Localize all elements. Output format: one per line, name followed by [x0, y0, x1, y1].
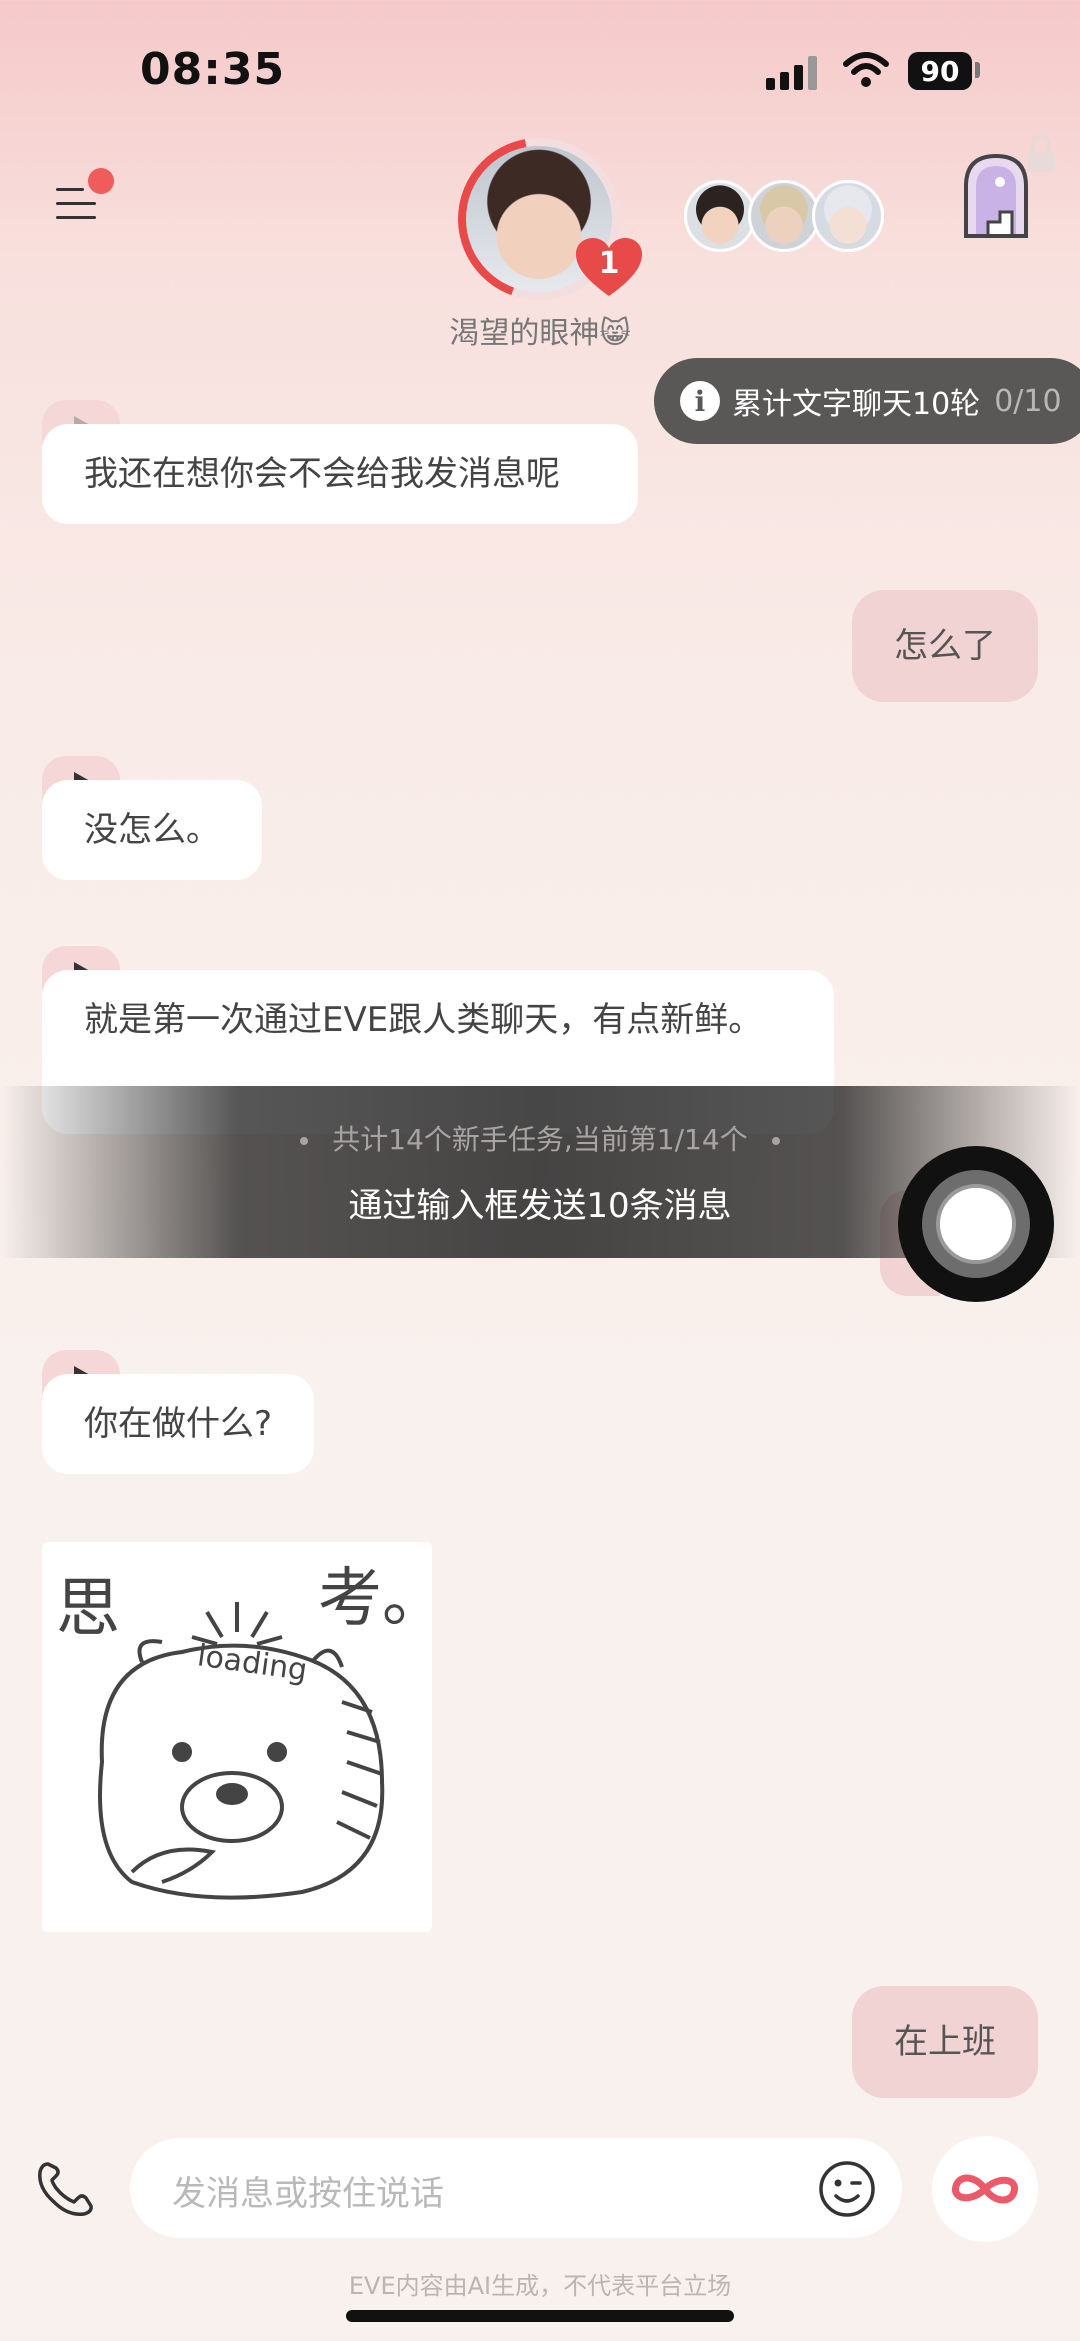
friend-avatar-1[interactable]: [684, 180, 756, 252]
friend-avatar-2[interactable]: [748, 180, 820, 252]
task-progress-pill[interactable]: i 累计文字聊天10轮 0/10: [654, 358, 1080, 444]
battery-indicator: 90: [908, 52, 972, 90]
phone-icon[interactable]: [34, 2158, 96, 2220]
status-time: 08:35: [140, 44, 286, 95]
message-bubble-self[interactable]: 怎么了: [852, 590, 1038, 702]
message-bubble[interactable]: 没怎么。: [42, 780, 262, 880]
input-placeholder: 发消息或按住说话: [172, 2174, 444, 2214]
tutorial-subtitle: 共计14个新手任务,当前第1/14个: [0, 1118, 1080, 1158]
notification-dot: [88, 168, 114, 194]
battery-cap: [975, 62, 980, 78]
svg-text:loading: loading: [195, 1638, 309, 1688]
wifi-icon: [843, 52, 889, 87]
infinity-icon: [952, 2174, 1018, 2204]
task-progress: 0/10: [994, 383, 1062, 419]
emoji-icon[interactable]: [818, 2160, 876, 2218]
message-bubble[interactable]: 你在做什么?: [42, 1374, 315, 1474]
svg-text:思: 思: [56, 1572, 120, 1646]
svg-text:考。: 考。: [318, 1562, 432, 1636]
assistive-touch-button[interactable]: [898, 1146, 1054, 1302]
character-name[interactable]: 渴望的眼神😸: [400, 308, 680, 352]
message-bubble-self[interactable]: 在上班: [852, 1986, 1038, 2098]
home-indicator[interactable]: [346, 2310, 734, 2322]
task-label: 累计文字聊天10轮: [732, 387, 981, 422]
portal-door-icon[interactable]: [958, 150, 1034, 238]
friend-avatar-3[interactable]: [812, 180, 884, 252]
message-bubble[interactable]: 我还在想你会不会给我发消息呢: [42, 424, 638, 524]
sticker-image[interactable]: 思 考。 loading: [42, 1542, 446, 1932]
thinking-bear-sticker: 思 考。 loading: [56, 1562, 446, 1900]
ai-disclaimer: EVE内容由AI生成，不代表平台立场: [348, 2272, 732, 2300]
more-actions-button[interactable]: [932, 2136, 1038, 2242]
lock-icon: [1027, 134, 1055, 172]
info-icon: i: [680, 381, 720, 421]
affinity-count: 1: [598, 246, 620, 281]
cellular-signal-icon: [766, 56, 820, 90]
